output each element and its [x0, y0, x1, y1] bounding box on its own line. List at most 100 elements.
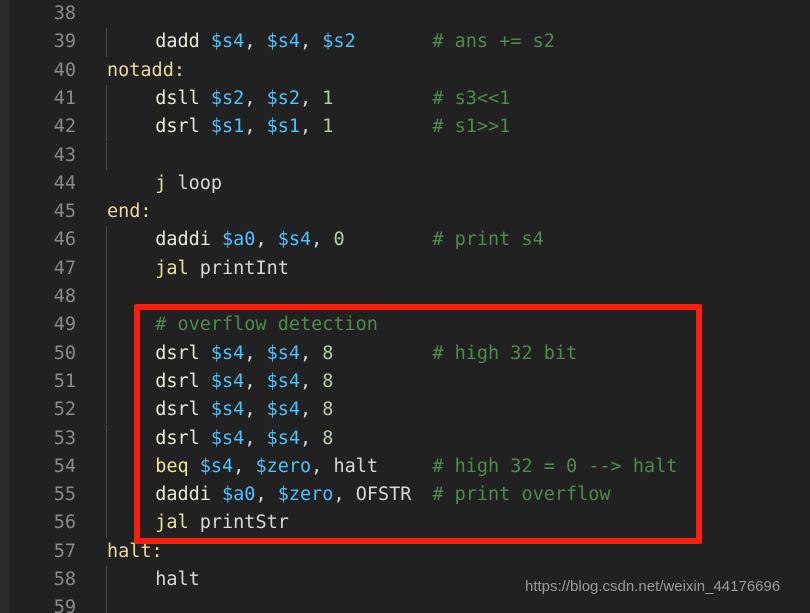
code-comment: # high 32 bit	[432, 342, 578, 364]
code-token: ,	[300, 370, 323, 392]
code-token: 1	[322, 87, 334, 109]
code-token: $s4	[199, 455, 234, 477]
code-token: $s4	[266, 342, 301, 364]
line-number: 39	[53, 31, 76, 53]
code-comment: # s1>>1	[432, 116, 511, 138]
code-token: $s4	[210, 342, 245, 364]
code-token: dsrl	[155, 370, 200, 392]
code-line[interactable]: 47 jal printInt	[0, 255, 810, 283]
code-token: halt	[333, 455, 378, 477]
code-line[interactable]: 42 dsrl $s1, $s1, 1 # s1>>1	[0, 113, 810, 141]
code-token: printStr	[199, 512, 289, 534]
code-token: 1	[322, 116, 334, 138]
code-token: ,	[311, 455, 334, 477]
code-line[interactable]: 55 daddi $a0, $zero, OFSTR # print overflo…	[0, 481, 810, 509]
code-token: 8	[322, 427, 334, 449]
code-text: dsrl $s4, $s4, 8	[155, 396, 333, 424]
code-token: ,	[311, 229, 334, 251]
line-number: 59	[53, 597, 76, 613]
code-line[interactable]: 39 dadd $s4, $s4, $s2 # ans += s2	[0, 28, 810, 56]
code-token: $s4	[277, 229, 312, 251]
line-number: 53	[53, 427, 76, 449]
code-line[interactable]: 50 dsrl $s4, $s4, 8 # high 32 bit	[0, 340, 810, 368]
code-line[interactable]: 52 dsrl $s4, $s4, 8	[0, 396, 810, 424]
code-line[interactable]: 45 end:	[0, 198, 810, 226]
code-token: dadd	[155, 31, 200, 53]
line-number: 50	[53, 342, 76, 364]
code-line[interactable]: 57 halt:	[0, 538, 810, 566]
code-token: $s4	[266, 399, 301, 421]
code-text: daddi $a0, $s4, 0	[155, 226, 344, 254]
code-token: $zero	[277, 484, 334, 506]
code-token: ,	[300, 87, 323, 109]
code-token: jal	[155, 257, 189, 279]
line-number: 51	[53, 370, 76, 392]
code-token: $s2	[322, 31, 356, 53]
code-token: $s4	[210, 31, 245, 53]
code-editor: 38 39 dadd $s4, $s4, $s2 # ans += s2 40 notad…	[0, 0, 810, 613]
code-token: ,	[244, 116, 267, 138]
code-token: ,	[244, 87, 267, 109]
code-token: ,	[244, 31, 267, 53]
code-comment: # ans += s2	[432, 31, 555, 53]
code-token: $s4	[210, 370, 245, 392]
code-line[interactable]: 44 j loop	[0, 170, 810, 198]
code-text: halt:	[107, 538, 163, 566]
code-token: $a0	[222, 229, 256, 251]
code-token: dsrl	[155, 342, 200, 364]
code-line[interactable]: 41 dsll $s2, $s2, 1 # s3<<1	[0, 85, 810, 113]
line-number: 52	[53, 399, 76, 421]
code-text: dsrl $s4, $s4, 8	[155, 368, 333, 396]
code-token: 8	[322, 370, 334, 392]
code-lines-container[interactable]: 38 39 dadd $s4, $s4, $s2 # ans += s2 40 notad…	[0, 0, 810, 613]
code-token: dsrl	[155, 116, 200, 138]
line-number: 46	[53, 229, 76, 251]
code-token: $s4	[210, 399, 245, 421]
code-text: jal printInt	[155, 255, 289, 283]
code-text: halt	[155, 566, 200, 594]
code-text: jal printStr	[155, 509, 289, 537]
code-token: 0	[333, 229, 345, 251]
code-line[interactable]: 49 # overflow detection	[0, 311, 810, 339]
code-token: halt	[155, 569, 200, 590]
code-line[interactable]: 56 jal printStr	[0, 509, 810, 537]
code-line[interactable]: 46 daddi $a0, $s4, 0 # print s4	[0, 226, 810, 254]
code-token: ,	[244, 399, 267, 421]
code-token: $s4	[210, 427, 245, 449]
code-comment: # print s4	[432, 229, 544, 251]
code-line[interactable]: 43	[0, 142, 810, 170]
code-line[interactable]: 48	[0, 283, 810, 311]
code-text: end:	[107, 198, 152, 226]
line-number: 54	[53, 455, 76, 477]
code-line[interactable]: 51 dsrl $s4, $s4, 8	[0, 368, 810, 396]
code-token: ,	[244, 342, 267, 364]
code-token: j	[155, 172, 167, 194]
code-text: daddi $a0, $zero, OFSTR	[155, 481, 411, 509]
line-number: 42	[53, 116, 76, 138]
line-number: 40	[53, 59, 76, 81]
line-number: 47	[53, 257, 76, 279]
code-text: dsrl $s4, $s4, 8	[155, 425, 333, 453]
code-comment: # print overflow	[432, 484, 611, 506]
code-token: ,	[233, 455, 256, 477]
code-line[interactable]: 38	[0, 0, 810, 28]
code-line[interactable]: 54 beq $s4, $zero, halt # high 32 = 0 --> …	[0, 453, 810, 481]
code-line[interactable]: 53 dsrl $s4, $s4, 8	[0, 425, 810, 453]
code-text: # overflow detection	[155, 311, 378, 339]
code-token: $s4	[266, 31, 301, 53]
code-line[interactable]: 59	[0, 594, 810, 613]
code-line[interactable]: 40 notadd:	[0, 57, 810, 85]
code-token: 8	[322, 342, 334, 364]
code-token: daddi	[155, 484, 211, 506]
code-token: halt:	[107, 540, 163, 562]
code-token: ,	[300, 116, 323, 138]
code-token: $a0	[222, 484, 256, 506]
